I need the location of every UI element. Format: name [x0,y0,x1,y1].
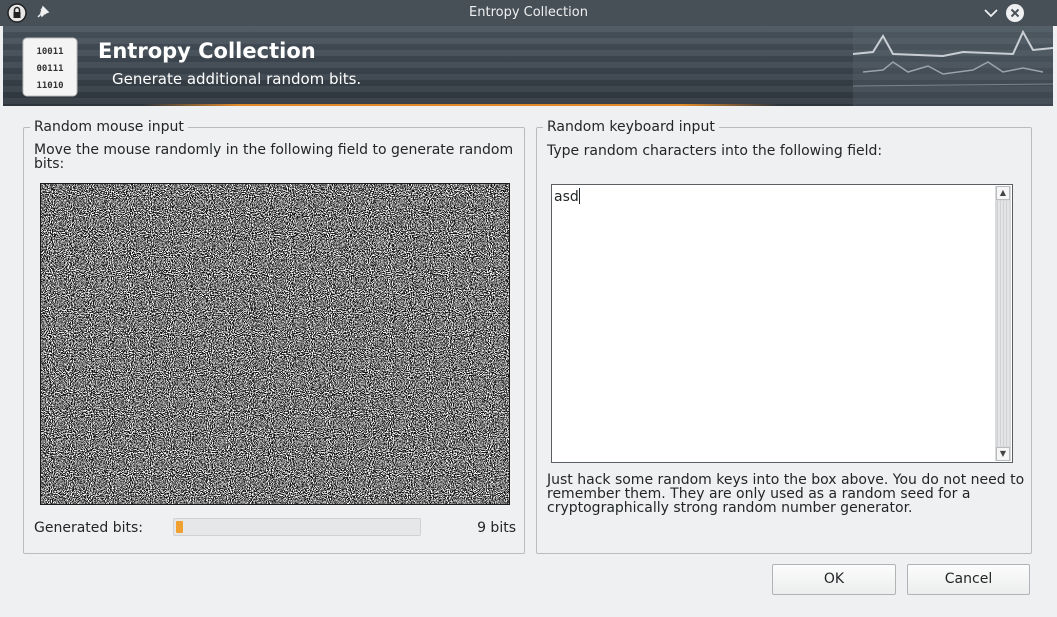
mouse-input-group: Random mouse input Move the mouse random… [23,119,525,554]
banner-wave-decoration [853,26,1053,106]
generated-bits-value: 9 bits [477,520,516,536]
scroll-track[interactable] [997,201,1009,446]
vertical-scrollbar[interactable]: ▲ ▼ [995,186,1011,461]
minimize-chevron-icon[interactable] [981,3,1001,23]
keyboard-note: Just hack some random keys into the box … [547,472,1025,516]
binary-document-icon: 10011 00111 11010 [22,37,78,97]
logo-text-row: 10011 [36,47,63,57]
banner-accent-line [143,104,778,106]
keyboard-input-group: Random keyboard input Type random charac… [536,119,1032,554]
generated-bits-label: Generated bits: [34,520,143,536]
window-titlebar[interactable]: Entropy Collection [0,0,1057,26]
close-icon[interactable] [1005,3,1025,23]
header-title: Entropy Collection [98,39,316,63]
ok-button[interactable]: OK [772,564,896,595]
mouse-entropy-field[interactable] [40,183,510,505]
scroll-down-arrow-icon[interactable]: ▼ [996,447,1010,461]
mouse-description: Move the mouse randomly in the following… [34,142,514,172]
random-keys-value: asd [554,189,579,205]
scroll-up-arrow-icon[interactable]: ▲ [996,186,1010,200]
header-subtitle: Generate additional random bits. [112,70,362,88]
cancel-button[interactable]: Cancel [907,564,1030,595]
progress-fill [176,521,183,533]
keyboard-description: Type random characters into the followin… [547,143,883,159]
noise-pattern [41,184,509,504]
header-banner: 10011 00111 11010 Entropy Collection Gen… [3,26,1053,106]
generated-bits-progress [173,518,421,536]
mouse-group-title: Random mouse input [30,119,188,136]
random-keys-textarea[interactable]: asd ▲ ▼ [551,184,1013,463]
logo-text-row: 00111 [36,64,63,74]
random-keys-text: asd [554,188,580,205]
logo-text-row: 11010 [36,81,63,91]
text-caret [578,188,580,204]
window-title: Entropy Collection [469,5,588,20]
keyboard-group-title: Random keyboard input [543,119,719,136]
